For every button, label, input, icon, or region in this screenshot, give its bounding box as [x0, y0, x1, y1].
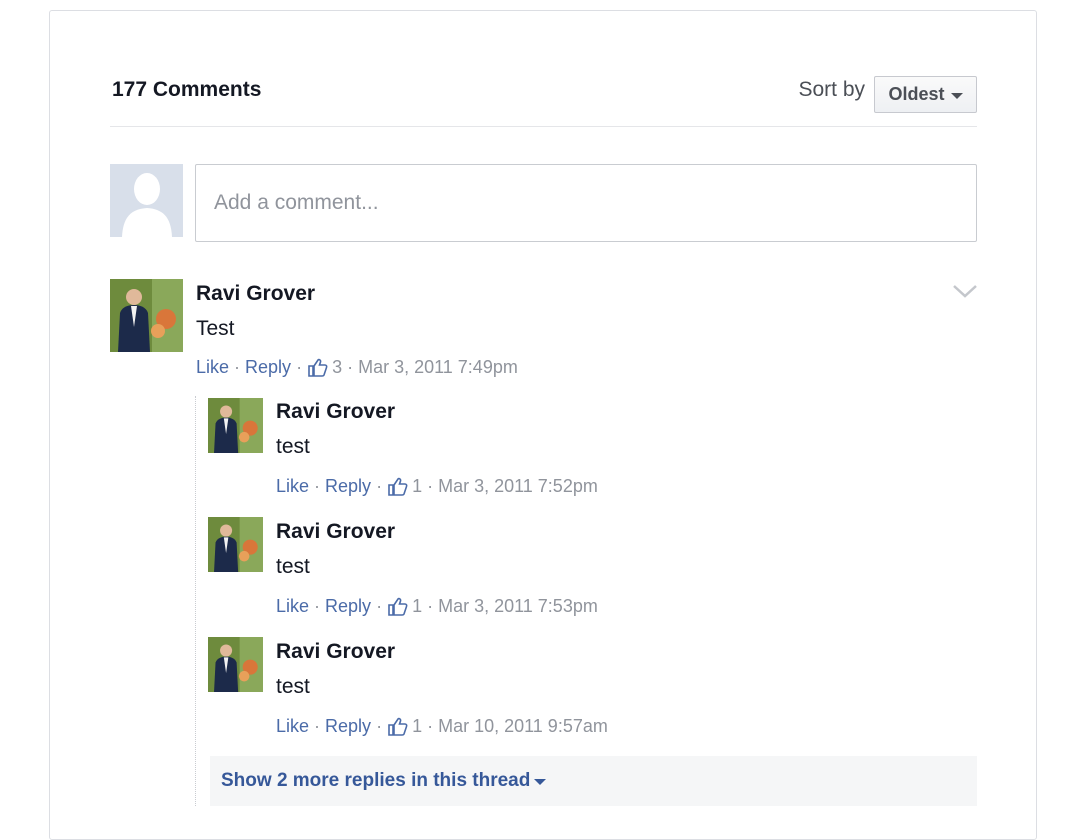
like-count: 1	[412, 596, 423, 616]
comments-header: 177 Comments Sort by Oldest	[110, 76, 977, 127]
thumbs-up-icon	[388, 597, 408, 616]
reply-timestamp[interactable]: Mar 10, 2011 9:57am	[438, 716, 608, 737]
reply-author[interactable]: Ravi Grover	[276, 400, 395, 424]
like-count: 1	[412, 716, 423, 736]
like-link[interactable]: Like	[196, 357, 229, 378]
reply-author[interactable]: Ravi Grover	[276, 520, 395, 544]
person-silhouette-icon	[110, 164, 183, 237]
thumbs-up-icon	[388, 717, 408, 736]
comment-text: Test	[196, 317, 235, 340]
default-avatar	[110, 164, 183, 237]
profile-photo	[208, 517, 263, 572]
reply-link[interactable]: Reply	[325, 596, 371, 617]
profile-photo	[110, 279, 183, 352]
chevron-down-icon[interactable]	[952, 283, 978, 299]
avatar[interactable]	[208, 637, 263, 692]
profile-photo	[208, 637, 263, 692]
reply-text: test	[276, 435, 310, 458]
show-more-replies-link[interactable]: Show 2 more replies in this thread	[210, 756, 977, 806]
sort-by-label: Sort by	[798, 78, 865, 101]
like-count: 1	[412, 476, 423, 496]
comment-timestamp[interactable]: Mar 3, 2011 7:49pm	[358, 357, 518, 378]
reply-link[interactable]: Reply	[325, 476, 371, 497]
thumbs-up-icon	[308, 358, 328, 377]
reply-timestamp[interactable]: Mar 3, 2011 7:53pm	[438, 596, 598, 617]
reply-author[interactable]: Ravi Grover	[276, 640, 395, 664]
caret-down-icon	[534, 779, 547, 785]
like-link[interactable]: Like	[276, 716, 309, 737]
reply-text: test	[276, 675, 310, 698]
avatar[interactable]	[208, 398, 263, 453]
reply-actions: Like · Reply · 1 · Mar 3, 2011 7:53pm	[276, 596, 598, 617]
reply-actions: Like · Reply · 1 · Mar 3, 2011 7:52pm	[276, 476, 598, 497]
profile-photo	[208, 398, 263, 453]
like-link[interactable]: Like	[276, 596, 309, 617]
like-link[interactable]: Like	[276, 476, 309, 497]
reply-link[interactable]: Reply	[245, 357, 291, 378]
comment-count: 177 Comments	[112, 78, 262, 101]
comment-author[interactable]: Ravi Grover	[196, 282, 315, 306]
thumbs-up-icon	[388, 477, 408, 496]
comment-actions: Like · Reply · 3 · Mar 3, 2011 7:49pm	[196, 357, 518, 378]
reply-actions: Like · Reply · 1 · Mar 10, 2011 9:57am	[276, 716, 608, 737]
reply-thread-line	[195, 396, 196, 806]
show-more-replies-label: Show 2 more replies in this thread	[221, 770, 531, 791]
add-comment-input[interactable]: Add a comment...	[195, 164, 977, 242]
sort-dropdown-value: Oldest	[888, 84, 945, 104]
sort-dropdown[interactable]: Oldest	[874, 76, 977, 113]
avatar[interactable]	[110, 279, 183, 352]
reply-timestamp[interactable]: Mar 3, 2011 7:52pm	[438, 476, 598, 497]
reply-text: test	[276, 555, 310, 578]
reply-link[interactable]: Reply	[325, 716, 371, 737]
like-count: 3	[332, 357, 343, 377]
avatar[interactable]	[208, 517, 263, 572]
caret-down-icon	[950, 92, 963, 99]
